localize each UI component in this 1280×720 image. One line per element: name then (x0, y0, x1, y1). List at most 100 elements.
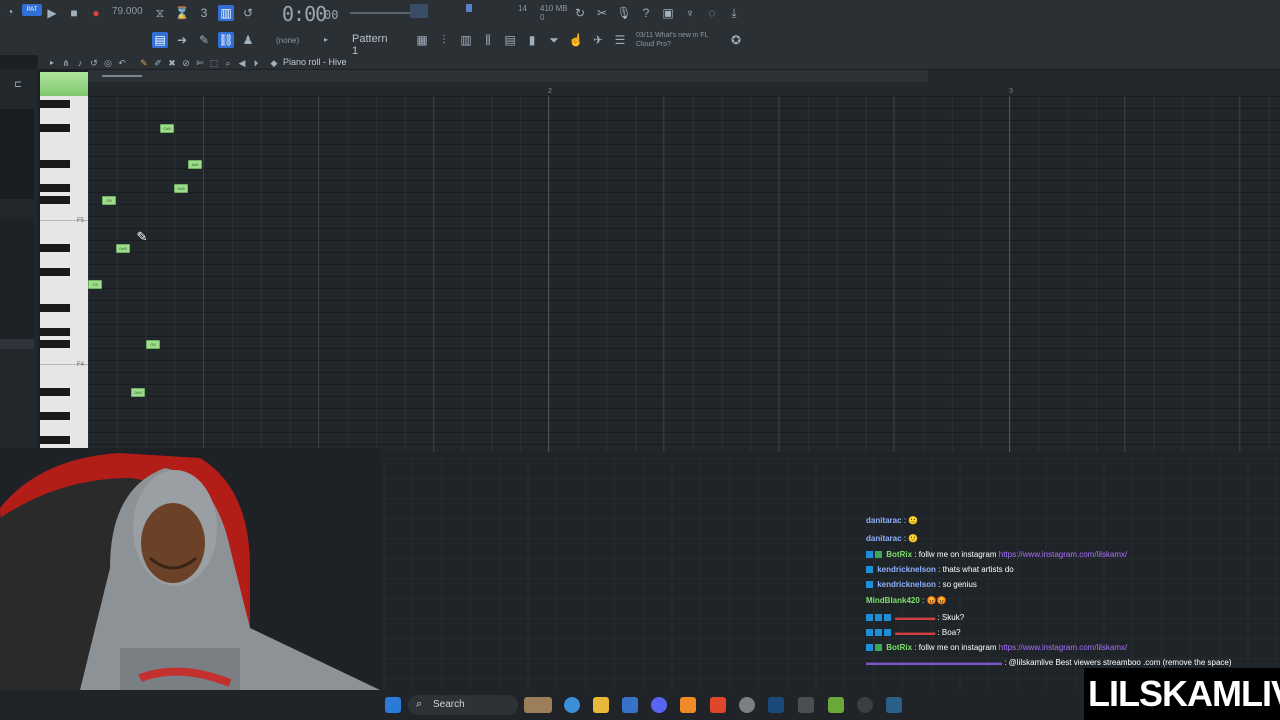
mixer-view-icon[interactable]: ⫶ (436, 32, 452, 48)
time-display[interactable]: 0:00 (282, 2, 327, 26)
piano-roll-view-icon[interactable]: ▤ (152, 32, 168, 48)
browser-panel-top (0, 109, 34, 199)
tool-play-icon[interactable]: ⏵ (248, 55, 264, 71)
chat-message: ▬▬▬▬▬▬▬▬▬▬▬▬▬▬▬▬▬ : @lilskamlive Best vi… (866, 658, 1232, 667)
discord-icon[interactable] (651, 697, 667, 713)
steam-icon[interactable] (768, 697, 784, 713)
note-a-sharp-5[interactable]: A#5 (188, 160, 202, 169)
countdown-icon[interactable]: 3 (196, 5, 212, 21)
note-grid[interactable]: C#6 A#5 G#5 G5 D#5 C5 G4 D#4 (88, 96, 1280, 452)
mod-badge-icon (866, 629, 873, 636)
note-c-5[interactable]: C5 (88, 280, 102, 289)
chrome-icon[interactable] (739, 697, 755, 713)
black-key[interactable] (40, 412, 70, 420)
brave-icon[interactable] (710, 697, 726, 713)
record-icon[interactable]: ● (88, 5, 104, 21)
master-volume-slider[interactable] (350, 12, 410, 14)
sample-icon[interactable]: ✈ (590, 32, 606, 48)
tempo-display[interactable]: 79.000 (112, 6, 143, 20)
black-key[interactable] (40, 304, 70, 312)
draw-tool-icon[interactable]: ✎ (196, 32, 212, 48)
cloud-icon[interactable]: ☰ (612, 32, 628, 48)
download-icon[interactable]: ⤓ (726, 5, 742, 21)
folder-icon[interactable]: ⊏ (10, 76, 26, 92)
chat-icon[interactable]: ◌ (704, 5, 720, 21)
chat-link[interactable]: https://www.instagram.com/lilskamx/ (999, 643, 1127, 652)
channel-selector[interactable]: (none) (276, 36, 299, 45)
plugin-db-icon[interactable]: ▮ (524, 32, 540, 48)
undo-history-icon[interactable]: ↻ (572, 5, 588, 21)
black-key[interactable] (40, 268, 70, 276)
chat-text: : @lilskamlive Best viewers streamboo .c… (1004, 658, 1232, 667)
tuner-icon[interactable]: ♆ (682, 5, 698, 21)
note-g-sharp-5[interactable]: G#5 (174, 184, 188, 193)
note-g-4[interactable]: G4 (146, 340, 160, 349)
black-key[interactable] (40, 340, 70, 348)
black-key[interactable] (40, 388, 70, 396)
stop-icon[interactable]: ■ (66, 5, 82, 21)
chat-link[interactable]: https://www.instagram.com/lilskamx/ (999, 550, 1127, 559)
link-icon[interactable]: ⛓ (218, 32, 234, 48)
4k-app-icon[interactable] (857, 697, 873, 713)
browser-icon[interactable]: ▤ (502, 32, 518, 48)
note-g-5[interactable]: G5 (102, 196, 116, 205)
arrow-right-icon[interactable]: ➜ (174, 32, 190, 48)
chat-message: ▬▬▬▬▬ : Boa? (866, 628, 961, 637)
metronome-icon[interactable]: ⧖ (152, 5, 168, 21)
play-icon[interactable]: ▶ (44, 5, 60, 21)
ruler-scrollbar[interactable] (88, 70, 928, 82)
scroll-thumb[interactable] (102, 75, 142, 77)
mic-icon[interactable]: 🎙 (616, 5, 632, 21)
note-d-sharp-4[interactable]: D#4 (131, 388, 145, 397)
widgets-icon[interactable] (524, 697, 552, 713)
plugin-picker-icon[interactable]: ⏷ (546, 32, 562, 48)
channel-rack-icon[interactable]: ▥ (458, 32, 474, 48)
chat-text: : Boa? (937, 628, 961, 637)
note-d-sharp-5[interactable]: D#5 (116, 244, 130, 253)
news-panel[interactable]: 03/11 What's new in FL Cloud Pro? (636, 31, 726, 49)
beat-line (778, 96, 779, 452)
black-key[interactable] (40, 184, 70, 192)
pattern-selector[interactable]: Pattern 1 (352, 33, 394, 57)
file-explorer-icon[interactable] (593, 697, 609, 713)
chat-username: danitarac (866, 534, 902, 543)
black-key[interactable] (40, 160, 70, 168)
save-icon[interactable]: ▣ (660, 5, 676, 21)
step-edit-icon[interactable]: ▥ (218, 5, 234, 21)
layers-app-icon[interactable] (828, 697, 844, 713)
speaker-icon[interactable]: ◆ (266, 55, 282, 71)
redacted-username: ▬▬▬▬▬▬▬▬▬▬▬▬▬▬▬▬▬ (866, 658, 1002, 667)
fl-logo-icon[interactable]: ◔ (2, 4, 18, 20)
playlist-icon[interactable]: ▦ (414, 32, 430, 48)
help-icon[interactable]: ? (638, 5, 654, 21)
piano-keyboard[interactable]: F5 F4 (40, 96, 88, 452)
steam-tray-icon[interactable] (886, 697, 902, 713)
note-c-sharp-6[interactable]: C#6 (160, 124, 174, 133)
tool-undo-icon[interactable]: ↶ (114, 55, 130, 71)
pattern-song-toggle[interactable]: PAT (22, 4, 42, 16)
black-key[interactable] (40, 100, 70, 108)
mixer-icon[interactable]: ✂ (594, 5, 610, 21)
fl-cloud-icon[interactable]: ✪ (728, 32, 744, 48)
mod-badge-icon (866, 644, 873, 651)
pianoroll-view-icon[interactable]: ⫼ (480, 32, 496, 48)
app-icon[interactable] (798, 697, 814, 713)
zoom-overview[interactable] (40, 72, 88, 96)
master-volume-knob[interactable] (410, 4, 428, 18)
fl-studio-icon[interactable] (680, 697, 696, 713)
black-key[interactable] (40, 124, 70, 132)
black-key[interactable] (40, 436, 70, 444)
copilot-icon[interactable] (564, 697, 580, 713)
black-key[interactable] (40, 244, 70, 252)
black-key[interactable] (40, 328, 70, 336)
wait-input-icon[interactable]: ⌛ (174, 5, 190, 21)
store-icon[interactable] (622, 697, 638, 713)
loop-record-icon[interactable]: ↺ (240, 5, 256, 21)
chevron-right-icon[interactable]: ▸ (318, 32, 334, 48)
sub-badge-icon (875, 629, 882, 636)
sub-badge-icon (866, 566, 873, 573)
black-key[interactable] (40, 196, 70, 204)
windows-start-icon[interactable] (385, 697, 401, 713)
stamp-icon[interactable]: ♟ (240, 32, 256, 48)
touch-icon[interactable]: ☝ (568, 32, 584, 48)
